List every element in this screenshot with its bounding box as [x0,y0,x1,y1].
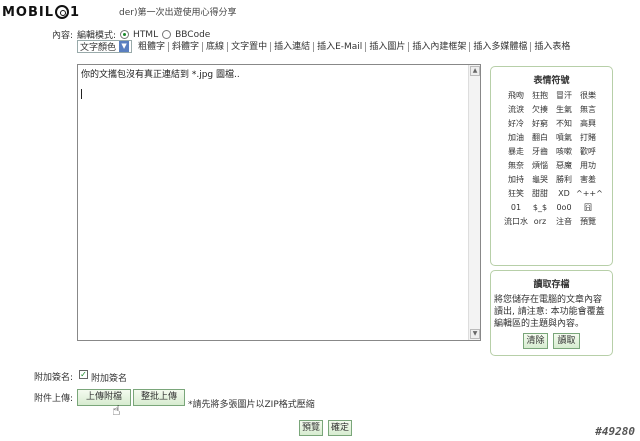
emote-item[interactable]: 咳嗽 [552,147,576,157]
toolbar-insert-table[interactable]: 插入表格 [531,42,573,52]
emote-item[interactable]: 用功 [576,161,600,171]
text-caret [81,89,82,99]
toolbar-insert-media[interactable]: 插入多媒體檔 [470,41,532,52]
emote-item[interactable]: 龜哭 [528,175,552,185]
emote-item[interactable]: 生氣 [552,105,576,115]
attachment-label: 附件上傳: [34,394,74,404]
read-button[interactable]: 讀取 [553,333,580,349]
signature-checkbox-label[interactable]: 附加簽名 [91,371,127,384]
emote-item[interactable]: 歡呼 [576,147,600,157]
emote-item[interactable]: 煩惱 [528,161,552,171]
editor-scrollbar[interactable]: ▲ ▼ [468,65,480,340]
emote-item[interactable]: 囧 [576,203,600,213]
site-logo: MOBIL 1 [2,4,81,20]
scroll-down-icon[interactable]: ▼ [470,329,480,339]
emote-item[interactable]: 狂抱 [528,91,552,101]
emote-item[interactable]: 狂笑 [504,189,528,199]
emote-item[interactable]: 好窮 [528,119,552,129]
emote-item[interactable]: 不知 [552,119,576,129]
toolbar-insert-image[interactable]: 插入圖片 [366,41,410,52]
signature-checkbox[interactable]: ✓ [79,370,88,379]
emote-item[interactable]: 惡魔 [552,161,576,171]
emote-item[interactable]: 預覽 [576,217,600,227]
emote-item[interactable]: 流口水 [504,217,528,227]
mode-html-label[interactable]: HTML [133,30,158,40]
emote-item[interactable]: 冒汗 [552,91,576,101]
emote-item[interactable]: 甜甜 [528,189,552,199]
emote-item[interactable]: 欠揍 [528,105,552,115]
emote-item[interactable]: 加持 [504,175,528,185]
draft-title: 讀取存檔 [533,280,570,290]
upload-note: *請先將多張圖片以ZIP格式壓縮 [188,400,315,410]
mode-bbcode-label[interactable]: BBCode [175,30,210,40]
toolbar-center[interactable]: 文字置中 [228,41,272,52]
preview-button[interactable]: 預覽 [299,420,323,436]
emote-item[interactable]: 翻白 [528,133,552,143]
logo-eye-icon [55,5,70,19]
emote-item[interactable]: orz [528,217,552,227]
draft-description: 將您儲存在電腦的文章內容讀出, 請注意: 本功能會覆蓋編輯區的主題與內容。 [494,295,605,329]
emote-item[interactable]: 害羞 [576,175,600,185]
toolbar-insert-email[interactable]: 插入E-Mail [314,41,367,52]
content-editor[interactable]: 你的文攜包沒有真正連結到 *.jpg 圖檔.. ▲ ▼ [77,64,481,341]
emotes-title: 表情符號 [533,76,570,86]
emote-item[interactable]: XD [552,189,576,199]
toolbar-insert-link[interactable]: 插入連結 [271,41,315,52]
batch-upload-button[interactable]: 整批上傳 [133,389,185,406]
submit-button[interactable]: 確定 [328,420,352,436]
toolbar-underline[interactable]: 底線 [203,41,229,52]
editor-text: 你的文攜包沒有真正連結到 *.jpg 圖檔.. [81,70,240,80]
emote-item[interactable]: $_$ [528,203,552,213]
emote-item[interactable]: 飛吻 [504,91,528,101]
emote-item[interactable]: ^++^ [576,189,603,199]
emote-item[interactable]: 很樂 [576,91,600,101]
emotes-grid: 飛吻 狂抱 冒汗 很樂 流淚 欠揍 生氣 無言 好冷 好窮 不知 高興 加油 翻… [504,91,603,227]
content-label: 內容: [52,31,74,41]
clear-button[interactable]: 清除 [523,333,548,349]
format-toolbar: 文字顏色 ▼ 粗體字 斜體字 底線 文字置中 插入連結 插入E-Mail 插入圖… [77,40,573,53]
thread-title: der)第一次出遊使用心得分享 [119,8,237,18]
emote-item[interactable]: 牙齒 [528,147,552,157]
emote-item[interactable]: 無奈 [504,161,528,171]
emote-item[interactable]: 加油 [504,133,528,143]
emote-item[interactable]: 暴走 [504,147,528,157]
emote-item[interactable]: 高興 [576,119,600,129]
emote-item[interactable]: 打賭 [576,133,600,143]
mode-html-radio[interactable] [120,30,130,39]
emote-item[interactable]: 01 [504,203,528,213]
emote-item[interactable]: 噴氣 [552,133,576,143]
emote-item[interactable]: 無言 [576,105,600,115]
upload-attachment-button[interactable]: 上傳附檔 [77,389,131,406]
chevron-down-icon[interactable]: ▼ [119,41,130,52]
emote-item[interactable]: 0o0 [552,203,576,213]
emote-item[interactable]: 流淚 [504,105,528,115]
mode-bbcode-radio[interactable] [162,30,172,39]
signature-label: 附加簽名: [34,373,74,383]
watermark-id: #49280 [595,425,635,438]
emote-item[interactable]: 好冷 [504,119,528,129]
emote-item[interactable]: 勝利 [552,175,576,185]
text-color-select-value: 文字顏色 [80,43,117,53]
toolbar-insert-iframe[interactable]: 插入內建框架 [409,41,471,52]
hand-cursor-icon: ☝ [112,403,121,419]
emote-item[interactable]: 注音 [552,217,576,227]
toolbar-bold[interactable]: 粗體字 [135,41,170,52]
toolbar-italic[interactable]: 斜體字 [169,41,204,52]
scroll-up-icon[interactable]: ▲ [470,66,480,76]
text-color-select[interactable]: 文字顏色 ▼ [77,40,133,53]
